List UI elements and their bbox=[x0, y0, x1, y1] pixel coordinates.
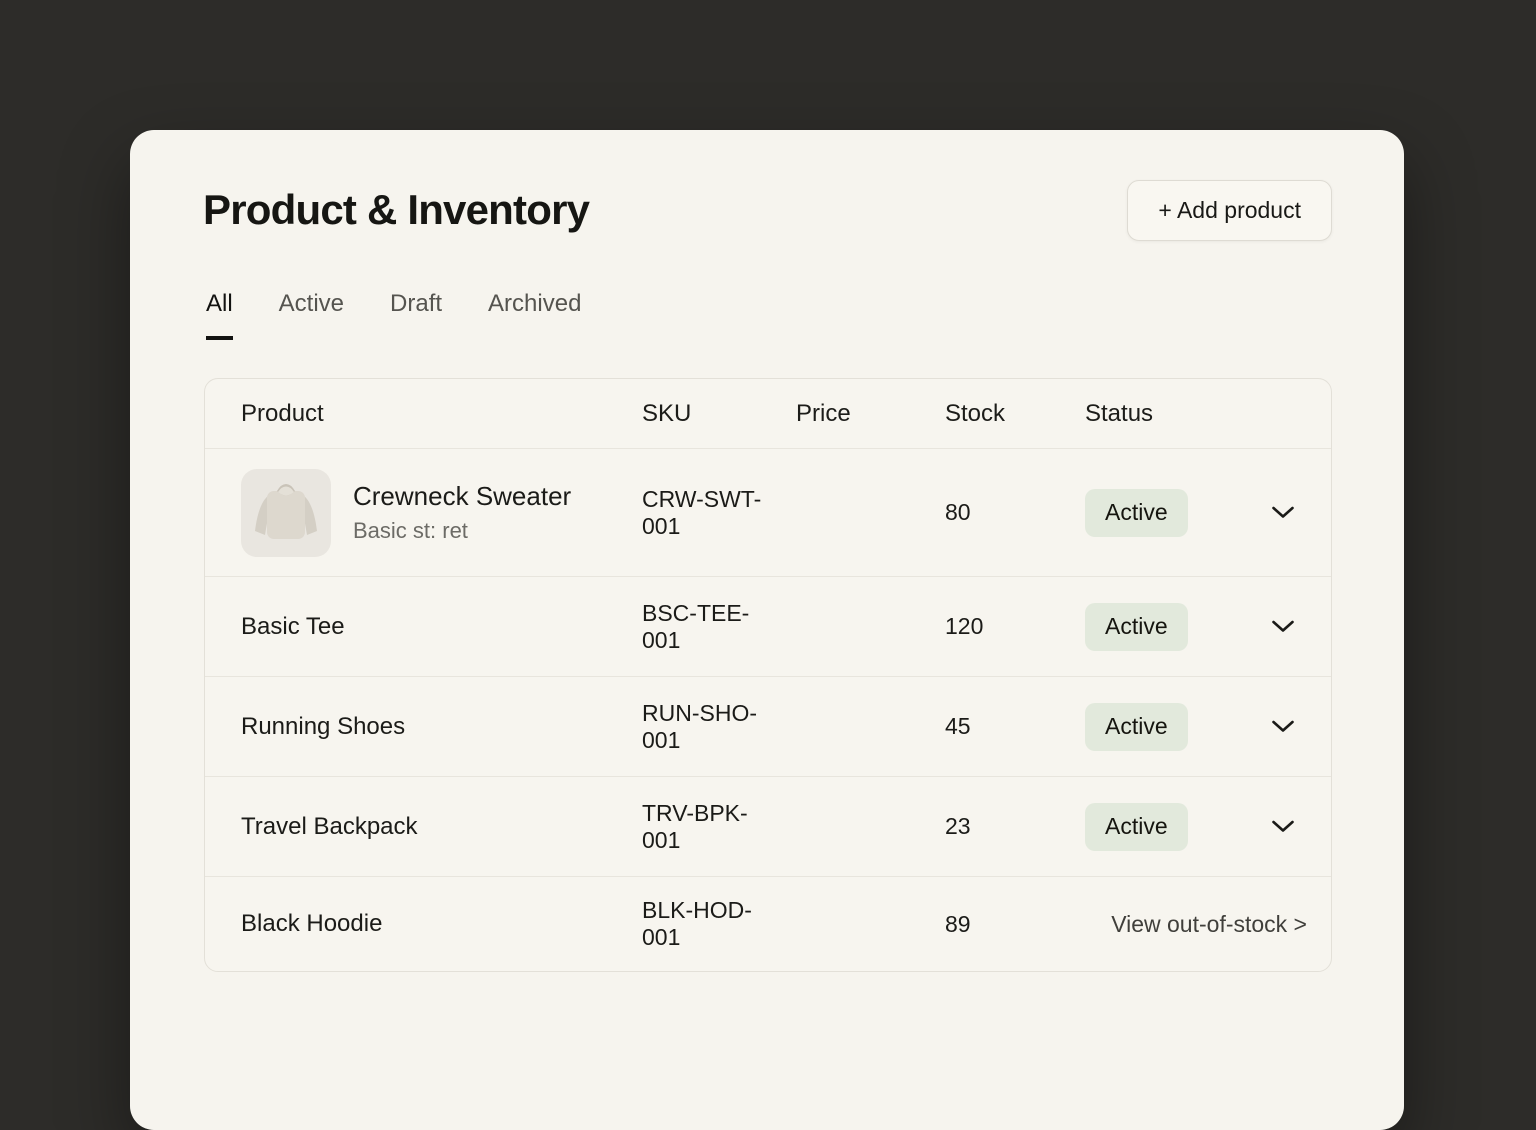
product-name: Travel Backpack bbox=[241, 813, 418, 841]
table-row[interactable]: Running Shoes RUN-SHO-001 45 Active bbox=[205, 677, 1331, 777]
crewneck-sweater-image bbox=[253, 481, 319, 545]
status-cell: Active bbox=[1085, 803, 1245, 851]
row-action-cell bbox=[1245, 714, 1331, 739]
tab-archived[interactable]: Archived bbox=[488, 290, 581, 340]
table-row[interactable]: Crewneck Sweater Basic st: ret CRW-SWT-0… bbox=[205, 449, 1331, 577]
expand-row-button[interactable] bbox=[1265, 500, 1301, 525]
product-text: Travel Backpack bbox=[241, 813, 418, 841]
tab-draft[interactable]: Draft bbox=[390, 290, 442, 340]
status-badge: Active bbox=[1085, 703, 1188, 751]
column-header-stock: Stock bbox=[945, 400, 1085, 428]
table-header-row: ProductSKUPriceStockStatus bbox=[205, 379, 1331, 449]
sku-value: BLK-HOD-001 bbox=[642, 897, 796, 951]
status-badge: Active bbox=[1085, 489, 1188, 537]
product-cell: Travel Backpack bbox=[205, 813, 642, 841]
product-text: Running Shoes bbox=[241, 713, 405, 741]
inventory-panel: Product & Inventory + Add product All Act… bbox=[130, 130, 1404, 1130]
chevron-down-icon bbox=[1271, 620, 1295, 633]
column-header-price: Price bbox=[796, 400, 945, 428]
stock-value: 80 bbox=[945, 499, 1085, 526]
status-cell: Active bbox=[1085, 703, 1245, 751]
table-row[interactable]: Black Hoodie BLK-HOD-001 89 View out-of-… bbox=[205, 877, 1331, 971]
app-background: { "page": { "title": "Product & Inventor… bbox=[0, 0, 1536, 1024]
row-action-cell bbox=[1245, 500, 1331, 525]
row-action-cell bbox=[1245, 614, 1331, 639]
table-row[interactable]: Travel Backpack TRV-BPK-001 23 Active bbox=[205, 777, 1331, 877]
product-subtitle: Basic st: ret bbox=[353, 518, 571, 544]
product-name: Black Hoodie bbox=[241, 910, 382, 938]
product-name: Running Shoes bbox=[241, 713, 405, 741]
status-badge: Active bbox=[1085, 603, 1188, 651]
status-badge: Active bbox=[1085, 803, 1188, 851]
sku-value: RUN-SHO-001 bbox=[642, 700, 796, 754]
status-filter-tabs: All Active Draft Archived bbox=[206, 290, 581, 340]
column-header-status: Status bbox=[1085, 400, 1245, 428]
tab-active[interactable]: Active bbox=[279, 290, 344, 340]
stock-value: 23 bbox=[945, 813, 1085, 840]
stock-value: 45 bbox=[945, 713, 1085, 740]
product-name: Crewneck Sweater bbox=[353, 481, 571, 512]
table-row[interactable]: Basic Tee BSC-TEE-001 120 Active bbox=[205, 577, 1331, 677]
chevron-down-icon bbox=[1271, 720, 1295, 733]
view-out-of-stock-link[interactable]: View out-of-stock > bbox=[1111, 911, 1331, 938]
table-body: Crewneck Sweater Basic st: ret CRW-SWT-0… bbox=[205, 449, 1331, 971]
sku-value: CRW-SWT-001 bbox=[642, 486, 796, 540]
column-header-sku: SKU bbox=[642, 400, 796, 428]
status-cell: Active bbox=[1085, 603, 1245, 651]
page-title: Product & Inventory bbox=[203, 186, 589, 234]
product-cell: Black Hoodie bbox=[205, 910, 642, 938]
product-cell: Crewneck Sweater Basic st: ret bbox=[205, 469, 642, 557]
expand-row-button[interactable] bbox=[1265, 714, 1301, 739]
product-text: Crewneck Sweater Basic st: ret bbox=[353, 481, 571, 544]
product-cell: Running Shoes bbox=[205, 713, 642, 741]
expand-row-button[interactable] bbox=[1265, 814, 1301, 839]
product-cell: Basic Tee bbox=[205, 613, 642, 641]
product-thumbnail bbox=[241, 469, 331, 557]
sku-value: BSC-TEE-001 bbox=[642, 600, 796, 654]
chevron-down-icon bbox=[1271, 506, 1295, 519]
stock-value: 89 bbox=[945, 911, 1085, 938]
row-action-cell bbox=[1245, 814, 1331, 839]
expand-row-button[interactable] bbox=[1265, 614, 1301, 639]
sku-value: TRV-BPK-001 bbox=[642, 800, 796, 854]
add-product-button[interactable]: + Add product bbox=[1127, 180, 1332, 241]
product-text: Basic Tee bbox=[241, 613, 345, 641]
column-header-product: Product bbox=[205, 400, 642, 428]
tab-all[interactable]: All bbox=[206, 290, 233, 340]
chevron-down-icon bbox=[1271, 820, 1295, 833]
product-name: Basic Tee bbox=[241, 613, 345, 641]
stock-value: 120 bbox=[945, 613, 1085, 640]
product-table: ProductSKUPriceStockStatus Crewneck Swea… bbox=[204, 378, 1332, 972]
status-cell: Active bbox=[1085, 489, 1245, 537]
product-text: Black Hoodie bbox=[241, 910, 382, 938]
